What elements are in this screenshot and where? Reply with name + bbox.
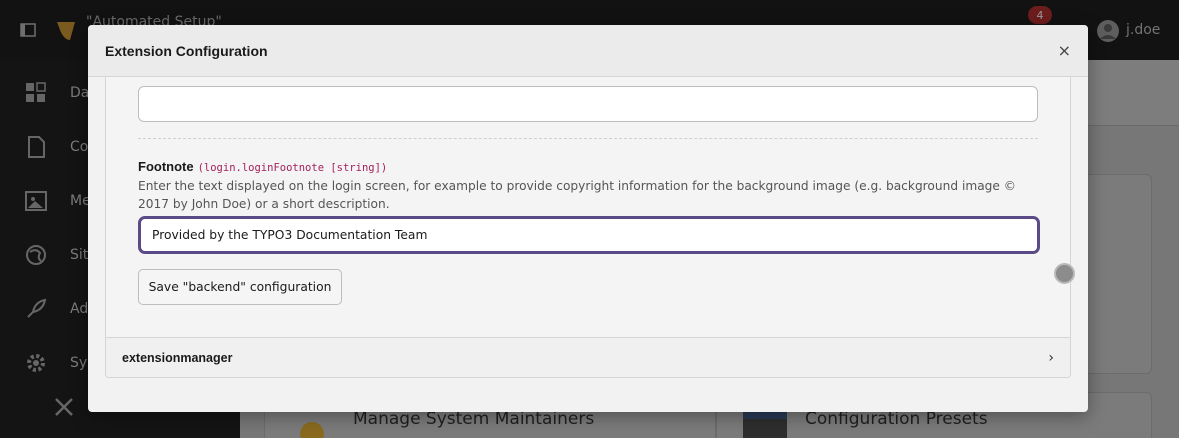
save-backend-configuration-button[interactable]: Save "backend" configuration [138,269,342,305]
maintenance-icon [44,395,84,419]
chevron-right-icon: › [1048,350,1054,366]
panel-title: Configuration Presets [805,409,988,429]
media-icon [16,189,56,213]
panel-title: Manage System Maintainers [353,409,595,429]
accordion-title: extensionmanager [122,351,233,365]
previous-field-input[interactable] [138,86,1038,122]
maintainers-icon [300,422,324,438]
field-name: Footnote [138,159,194,174]
accordion-item-extensionmanager[interactable]: extensionmanager › [106,337,1070,377]
dashboard-icon [16,81,56,105]
field-description: Enter the text displayed on the login sc… [138,179,1016,211]
extension-configuration-modal: Extension Configuration × Footnote (login… [88,25,1088,412]
close-icon[interactable]: × [1058,41,1071,60]
accordion-body-backend: Footnote (login.loginFootnote [string]) E… [106,77,1070,337]
admin-icon [16,297,56,321]
avatar-icon[interactable] [1096,19,1120,43]
username[interactable]: j.doe [1126,22,1160,38]
modal-header: Extension Configuration × [88,25,1088,77]
presets-icon [743,411,787,438]
field-divider [138,138,1038,139]
modal-title: Extension Configuration [105,42,268,59]
configuration-accordion: Footnote (login.loginFootnote [string]) E… [105,77,1071,378]
sites-icon [16,243,56,267]
field-code: (login.loginFootnote [string]) [197,162,388,174]
notification-badge: 4 [1028,6,1052,24]
typo3-logo-icon[interactable] [54,18,78,42]
sidebar-toggle-icon[interactable] [20,23,36,37]
field-label-footnote: Footnote (login.loginFootnote [string]) [138,156,387,175]
footnote-input[interactable]: Provided by the TYPO3 Documentation Team [138,216,1040,254]
content-icon [16,135,56,159]
scroll-indicator[interactable] [1054,263,1075,284]
system-icon [16,351,56,375]
